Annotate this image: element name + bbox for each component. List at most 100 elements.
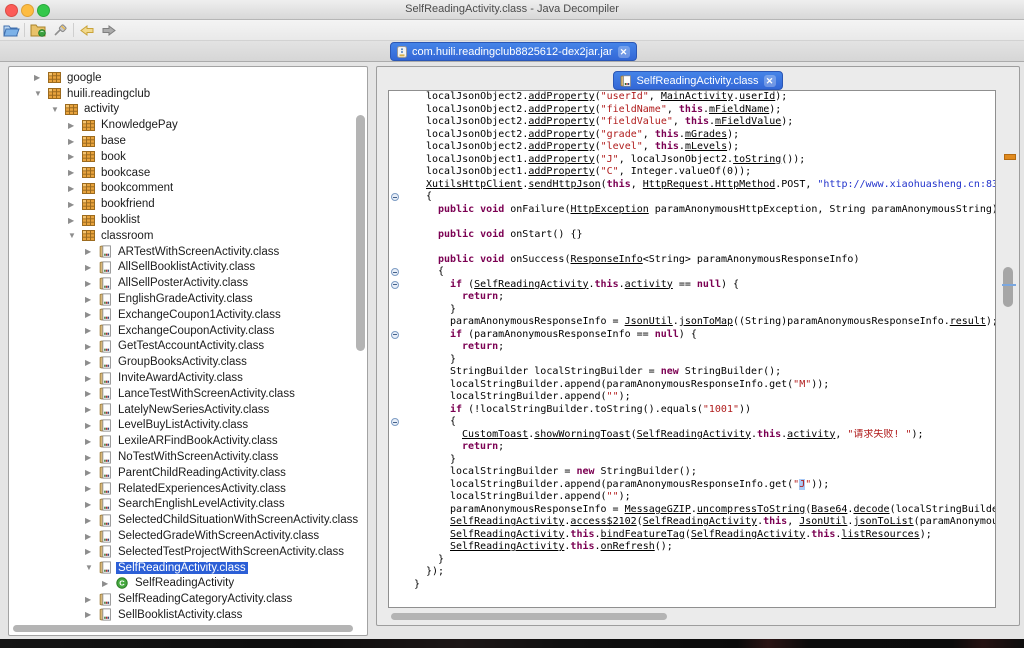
code-link[interactable]: access$2102 bbox=[570, 516, 636, 527]
code-link[interactable]: HttpException bbox=[570, 204, 648, 215]
chevron-collapsed-icon[interactable]: ▶ bbox=[68, 200, 82, 209]
code-line[interactable]: } bbox=[389, 454, 995, 467]
code-link[interactable]: MessageGZIP bbox=[625, 504, 691, 515]
code-link[interactable]: userId bbox=[739, 91, 775, 102]
chevron-collapsed-icon[interactable]: ▶ bbox=[85, 484, 99, 493]
code-line[interactable]: paramAnonymousResponseInfo = JsonUtil.js… bbox=[389, 316, 995, 329]
tree-row[interactable]: ▶ LexileARFindBookActivity.class bbox=[9, 433, 361, 449]
tree-row[interactable]: ▶ GroupBooksActivity.class bbox=[9, 354, 361, 370]
code-line[interactable]: return; bbox=[389, 441, 995, 454]
code-link[interactable]: uncompressToString bbox=[697, 504, 805, 515]
tree-row[interactable]: ▶ ARTestWithScreenActivity.class bbox=[9, 244, 361, 260]
code-link[interactable]: SelfReadingActivity bbox=[450, 516, 564, 527]
chevron-expanded-icon[interactable]: ▼ bbox=[34, 89, 48, 98]
tree-row[interactable]: ▶ google bbox=[9, 70, 361, 86]
code-line[interactable]: localStringBuilder.append(paramAnonymous… bbox=[389, 478, 995, 492]
chevron-collapsed-icon[interactable]: ▶ bbox=[85, 247, 99, 256]
code-line[interactable]: return; bbox=[389, 341, 995, 354]
code-link[interactable]: MainActivity bbox=[661, 91, 733, 102]
code-line[interactable]: localJsonObject2.addProperty("userId", M… bbox=[389, 91, 995, 104]
chevron-expanded-icon[interactable]: ▼ bbox=[68, 231, 82, 240]
chevron-collapsed-icon[interactable]: ▶ bbox=[85, 500, 99, 509]
code-line[interactable]: SelfReadingActivity.access$2102(SelfRead… bbox=[389, 516, 995, 529]
occurrence-marker-icon[interactable] bbox=[1002, 284, 1016, 286]
class-tab[interactable]: SelfReadingActivity.class ✕ bbox=[613, 71, 783, 90]
code-link[interactable]: toString bbox=[733, 154, 781, 165]
code-link[interactable]: SelfReadingActivity bbox=[637, 429, 751, 440]
chevron-collapsed-icon[interactable]: ▶ bbox=[85, 263, 99, 272]
chevron-expanded-icon[interactable]: ▼ bbox=[51, 105, 65, 114]
code-link[interactable]: SelfReadingActivity bbox=[691, 529, 805, 540]
code-line[interactable]: } bbox=[389, 554, 995, 567]
class-tab-close-icon[interactable]: ✕ bbox=[763, 74, 776, 87]
code-link[interactable]: CustomToast bbox=[462, 429, 528, 440]
tree-row[interactable]: ▶ SelectedGradeWithScreenActivity.class bbox=[9, 528, 361, 544]
chevron-collapsed-icon[interactable]: ▶ bbox=[85, 595, 99, 604]
code-line[interactable]: SelfReadingActivity.this.bindFeatureTag(… bbox=[389, 529, 995, 542]
code-link[interactable]: addProperty bbox=[528, 141, 594, 152]
code-link[interactable]: SelfReadingActivity bbox=[643, 516, 757, 527]
code-link[interactable]: SelfReadingActivity bbox=[450, 541, 564, 552]
tree-row[interactable]: ▶ SelectedTestProjectWithScreenActivity.c… bbox=[9, 544, 361, 560]
chevron-collapsed-icon[interactable]: ▶ bbox=[68, 168, 82, 177]
code-line[interactable]: paramAnonymousResponseInfo = MessageGZIP… bbox=[389, 504, 995, 517]
fold-collapse-icon[interactable] bbox=[391, 193, 399, 201]
open-type-button[interactable] bbox=[27, 21, 49, 39]
chevron-collapsed-icon[interactable]: ▶ bbox=[85, 610, 99, 619]
chevron-collapsed-icon[interactable]: ▶ bbox=[85, 532, 99, 541]
code-link[interactable]: addProperty bbox=[528, 104, 594, 115]
tree-row[interactable]: ▶ bookcase bbox=[9, 165, 361, 181]
tree-vertical-scrollbar[interactable] bbox=[356, 115, 365, 351]
code-link[interactable]: JsonUtil bbox=[625, 316, 673, 327]
code-line[interactable]: XutilsHttpClient.sendHttpJson(this, Http… bbox=[389, 179, 995, 192]
chevron-collapsed-icon[interactable]: ▶ bbox=[85, 437, 99, 446]
forward-button[interactable] bbox=[98, 21, 120, 39]
tree-row[interactable]: ▼ huili.readingclub bbox=[9, 86, 361, 102]
code-link[interactable]: addProperty bbox=[528, 129, 594, 140]
code-line[interactable]: { bbox=[389, 191, 995, 204]
chevron-collapsed-icon[interactable]: ▶ bbox=[68, 152, 82, 161]
code-line[interactable]: localStringBuilder.append(""); bbox=[389, 391, 995, 404]
code-link[interactable]: onRefresh bbox=[601, 541, 655, 552]
tree-row[interactable]: ▶ base bbox=[9, 133, 361, 149]
code-link[interactable]: addProperty bbox=[528, 116, 594, 127]
chevron-collapsed-icon[interactable]: ▶ bbox=[85, 310, 99, 319]
code-line[interactable]: localJsonObject2.addProperty("level", th… bbox=[389, 141, 995, 154]
code-link[interactable]: SelfReadingActivity bbox=[450, 529, 564, 540]
tree-row[interactable]: ▶ RelatedExperiencesActivity.class bbox=[9, 481, 361, 497]
code-vertical-scrollbar[interactable] bbox=[1003, 267, 1013, 307]
code-line[interactable]: SelfReadingActivity.this.onRefresh(); bbox=[389, 541, 995, 554]
warning-marker-icon[interactable] bbox=[1004, 154, 1016, 160]
code-line[interactable] bbox=[389, 241, 995, 254]
back-button[interactable] bbox=[76, 21, 98, 39]
code-link[interactable]: jsonToList bbox=[853, 516, 913, 527]
code-link[interactable]: listResources bbox=[841, 529, 919, 540]
code-line[interactable]: { bbox=[389, 266, 995, 279]
code-link[interactable]: HttpRequest.HttpMethod bbox=[643, 179, 775, 190]
code-link[interactable]: activity bbox=[625, 279, 673, 290]
code-link[interactable]: mLevels bbox=[685, 141, 727, 152]
split-divider[interactable] bbox=[368, 66, 376, 626]
chevron-collapsed-icon[interactable]: ▶ bbox=[68, 137, 82, 146]
tree-row[interactable]: ▶ LanceTestWithScreenActivity.class bbox=[9, 386, 361, 402]
tree-row[interactable]: ▶ booklist bbox=[9, 212, 361, 228]
chevron-collapsed-icon[interactable]: ▶ bbox=[68, 184, 82, 193]
code-link[interactable]: showWorningToast bbox=[534, 429, 630, 440]
code-link[interactable]: addProperty bbox=[528, 91, 594, 102]
package-tree[interactable]: ▶ google ▼ huili.readingclub ▼ activity ▶ Knowl… bbox=[9, 70, 361, 623]
chevron-collapsed-icon[interactable]: ▶ bbox=[85, 405, 99, 414]
jar-tab[interactable]: com.huili.readingclub8825612-dex2jar.jar… bbox=[390, 42, 637, 61]
chevron-collapsed-icon[interactable]: ▶ bbox=[85, 421, 99, 430]
code-line[interactable]: public void onSuccess(ResponseInfo<Strin… bbox=[389, 254, 995, 267]
code-line[interactable]: localStringBuilder = new StringBuilder()… bbox=[389, 466, 995, 479]
chevron-collapsed-icon[interactable]: ▶ bbox=[85, 374, 99, 383]
chevron-collapsed-icon[interactable]: ▶ bbox=[85, 389, 99, 398]
tree-row[interactable]: ▶ ExchangeCoupon1Activity.class bbox=[9, 307, 361, 323]
code-link[interactable]: addProperty bbox=[528, 166, 594, 177]
code-line[interactable]: public void onFailure(HttpException para… bbox=[389, 204, 995, 217]
code-line[interactable]: if (SelfReadingActivity.this.activity ==… bbox=[389, 279, 995, 292]
tree-horizontal-scrollbar[interactable] bbox=[13, 625, 353, 632]
tree-row[interactable]: ▶ bookcomment bbox=[9, 181, 361, 197]
code-link[interactable]: ResponseInfo bbox=[570, 254, 642, 265]
code-line[interactable]: } bbox=[389, 304, 995, 317]
